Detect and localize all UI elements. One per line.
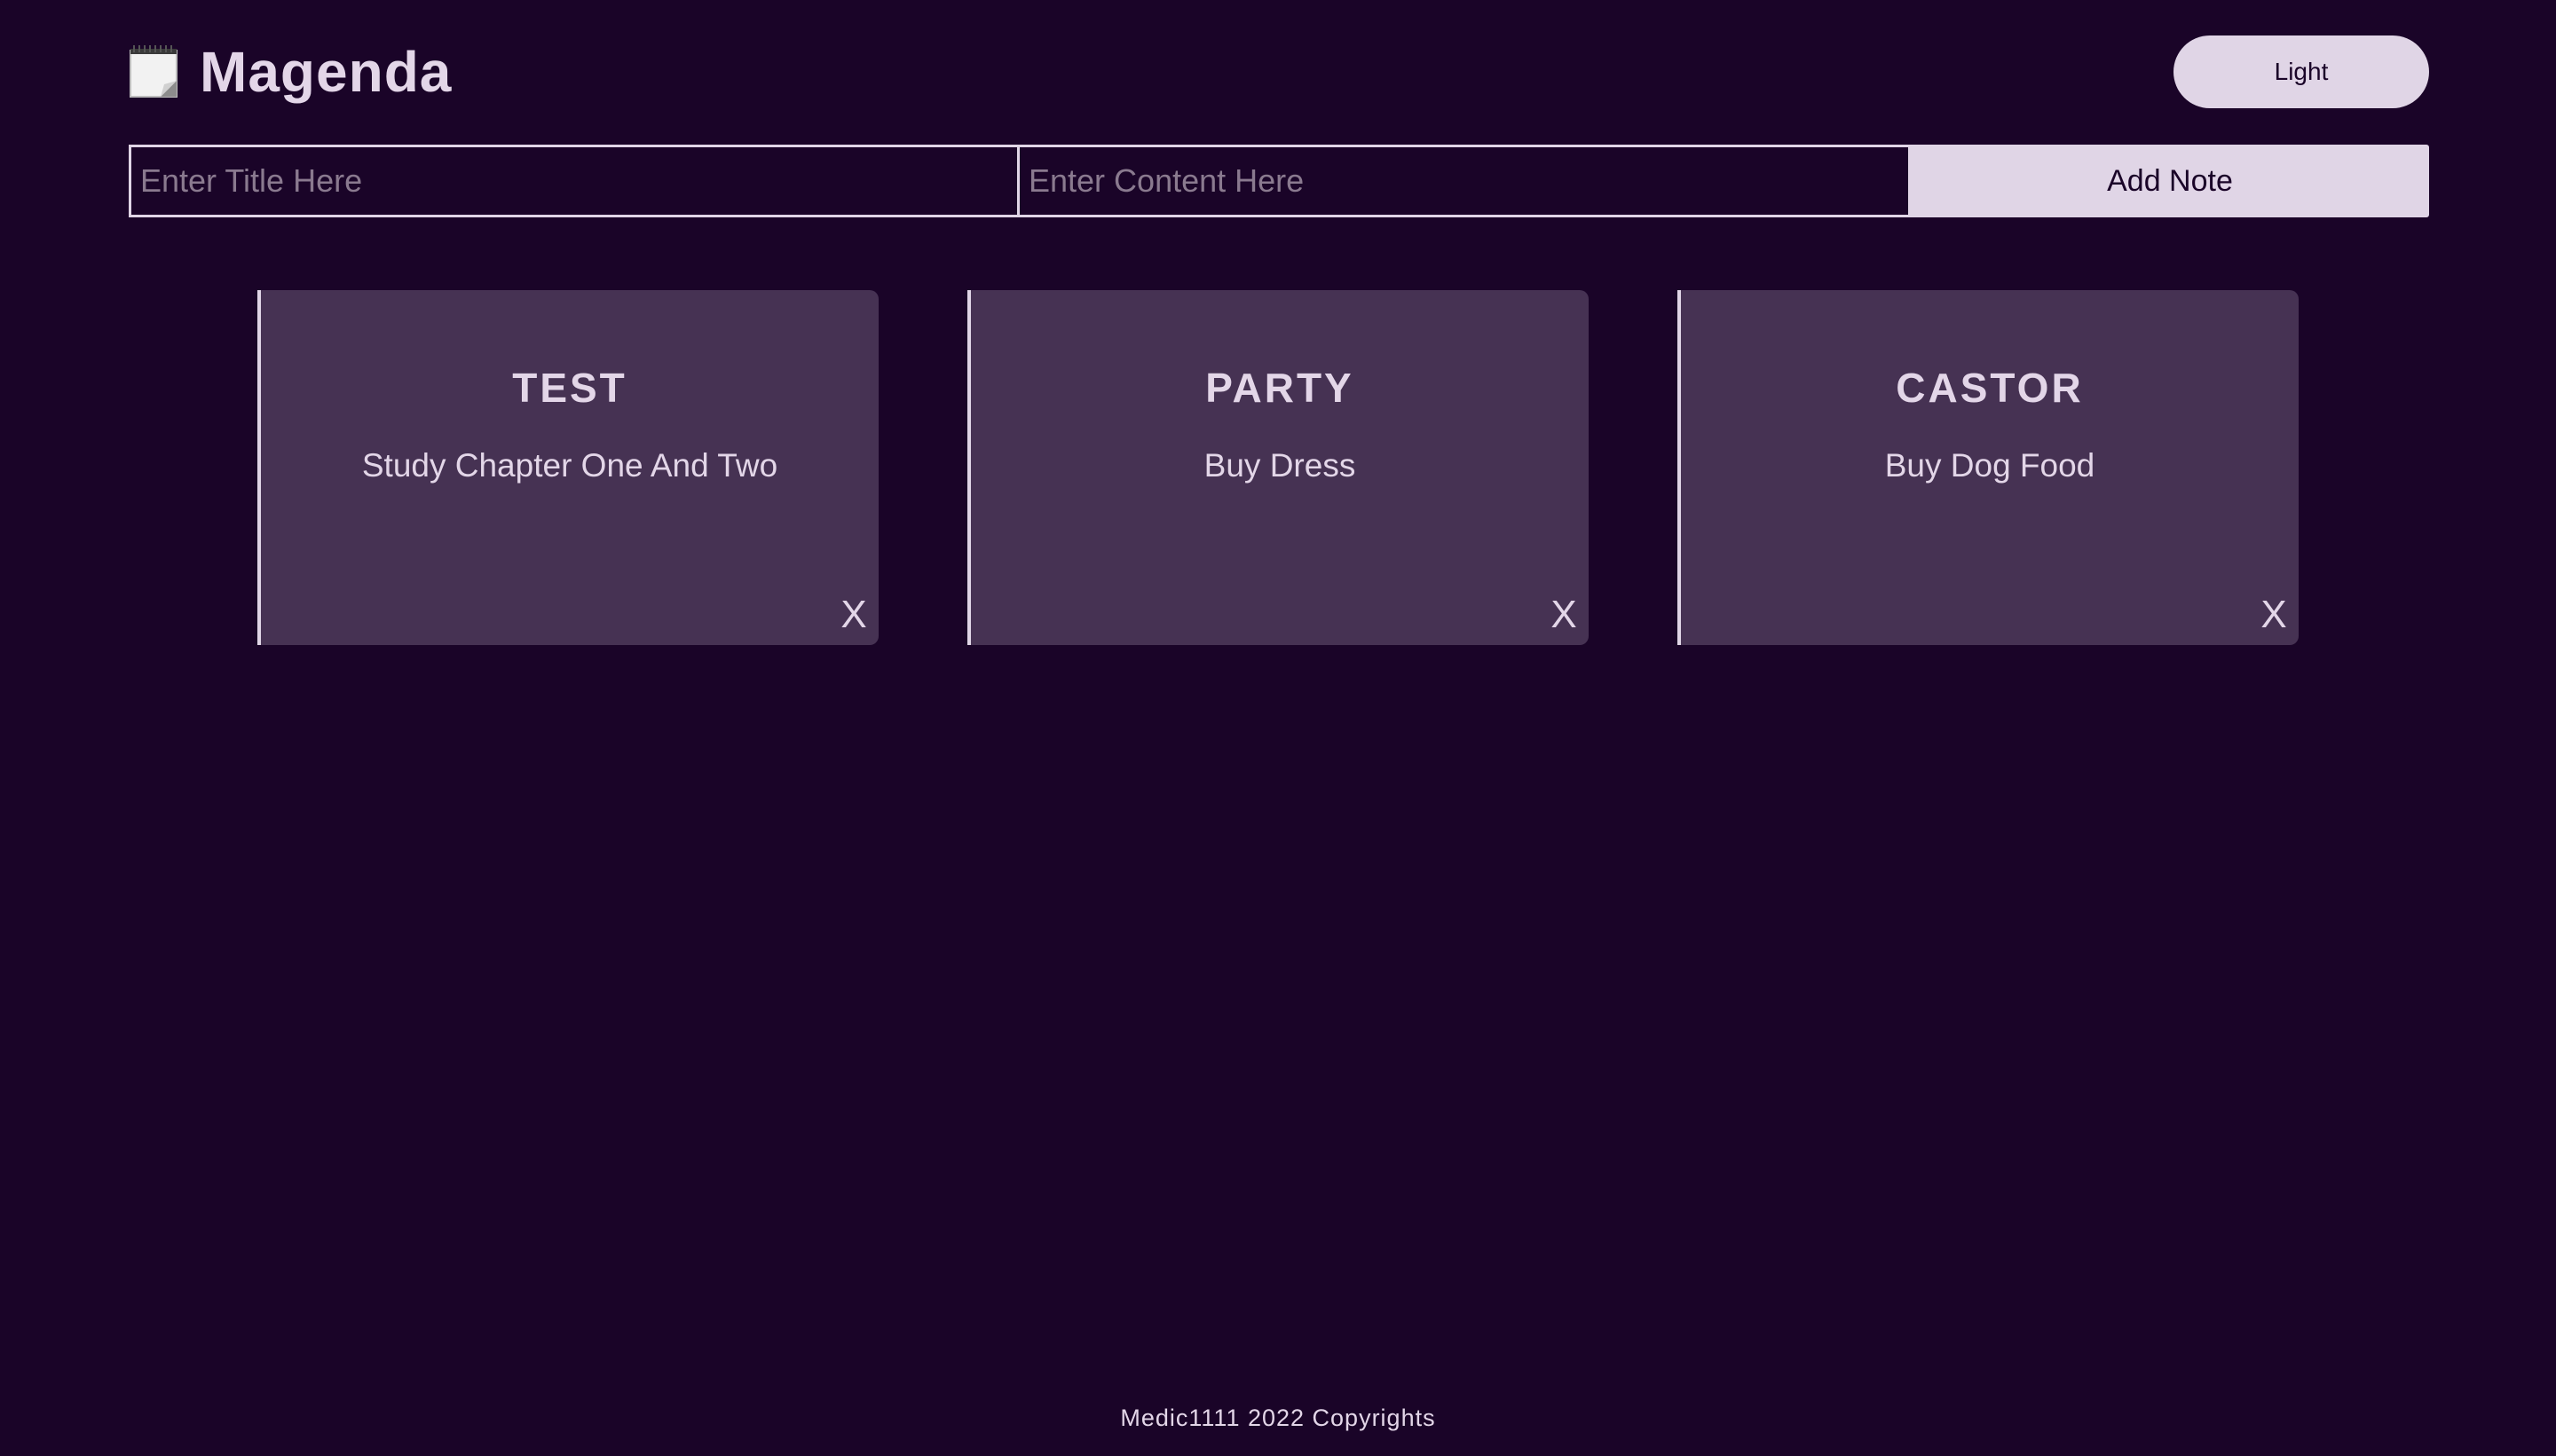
notes-list: TEST Study Chapter One And Two X PARTY B…: [257, 290, 2299, 645]
note-title: TEST: [512, 365, 627, 411]
delete-note-button[interactable]: X: [1544, 595, 1583, 634]
footer-copyright: Medic1111 2022 Copyrights: [1120, 1405, 1436, 1431]
brand: Magenda: [129, 35, 452, 108]
note-card: CASTOR Buy Dog Food X: [1677, 290, 2299, 645]
app-title: Magenda: [200, 40, 453, 104]
delete-note-button[interactable]: X: [2254, 595, 2293, 634]
theme-toggle-button[interactable]: Light: [2173, 35, 2429, 108]
note-content: Buy Dog Food: [1884, 447, 2095, 484]
note-content: Buy Dress: [1203, 447, 1356, 484]
note-card: TEST Study Chapter One And Two X: [257, 290, 879, 645]
note-title: CASTOR: [1896, 365, 2084, 411]
add-note-button[interactable]: Add Note: [1911, 145, 2429, 217]
add-note-form: Add Note: [129, 145, 2429, 217]
note-card: PARTY Buy Dress X: [967, 290, 1589, 645]
note-content: Study Chapter One And Two: [361, 447, 778, 484]
delete-note-button[interactable]: X: [834, 595, 873, 634]
title-input[interactable]: [129, 145, 1020, 217]
app-header: Magenda Light: [129, 35, 2429, 108]
notepad-icon: [129, 45, 178, 98]
content-input[interactable]: [1020, 145, 1911, 217]
note-title: PARTY: [1205, 365, 1354, 411]
